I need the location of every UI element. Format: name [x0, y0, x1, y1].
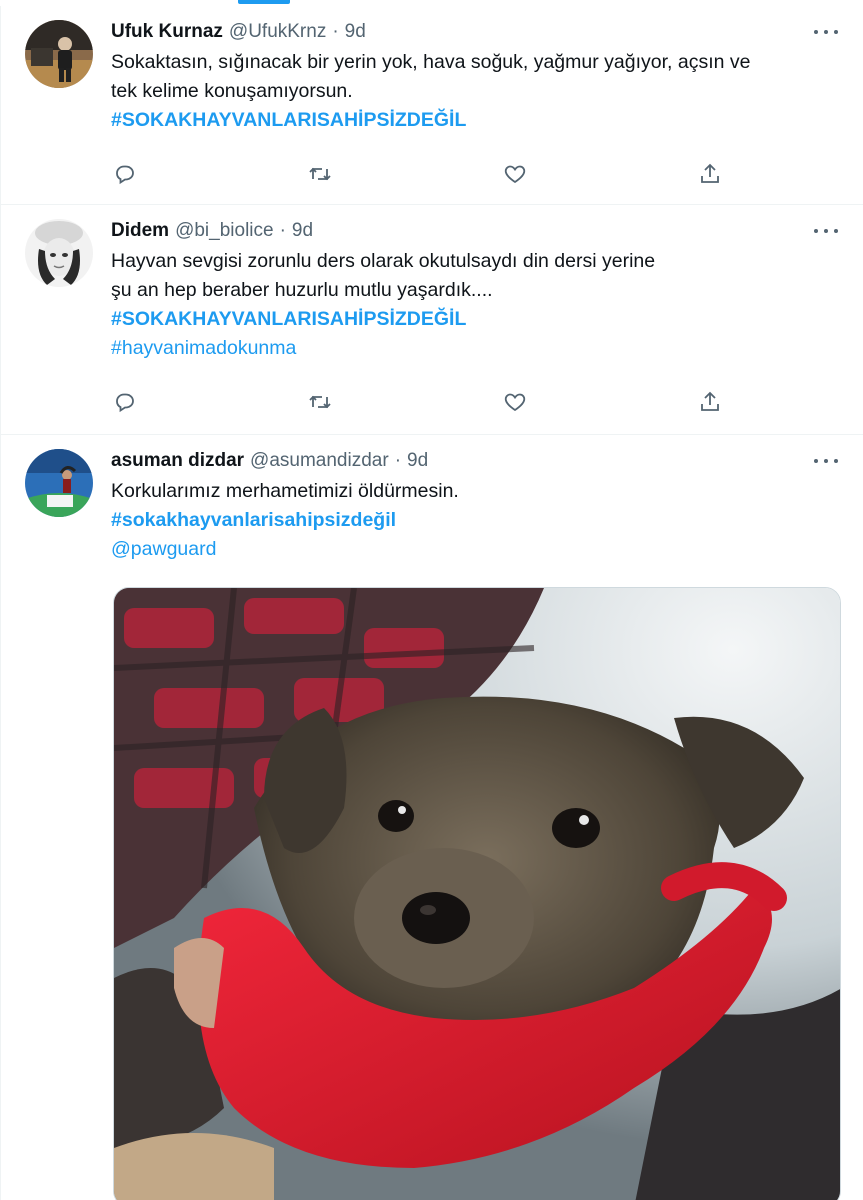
retweet-icon[interactable]	[306, 160, 334, 188]
author-name[interactable]: Ufuk Kurnaz	[111, 20, 223, 44]
tweet-header: Didem @bi_biolice · 9d	[111, 219, 847, 243]
tweet-text: Sokaktasın, sığınacak bir yerin yok, hav…	[111, 48, 811, 135]
hashtag-link[interactable]: #SOKAKHAYVANLARISAHİPSİZDEĞİL	[111, 305, 811, 334]
avatar[interactable]	[25, 20, 93, 88]
mention-link[interactable]: @pawguard	[111, 535, 811, 564]
reply-icon[interactable]	[111, 388, 139, 416]
puppy-photo[interactable]	[113, 587, 841, 1200]
more-options-icon[interactable]	[811, 221, 841, 241]
tweet-header: asuman dizdar @asumandizdar · 9d	[111, 449, 847, 473]
tweet-header: Ufuk Kurnaz @UfukKrnz · 9d	[111, 20, 847, 44]
hashtag-link[interactable]: #hayvanimadokunma	[111, 334, 811, 363]
like-icon[interactable]	[501, 388, 529, 416]
tweet[interactable]: asuman dizdar @asumandizdar · 9d Korkula…	[1, 435, 863, 1200]
author-handle[interactable]: @bi_biolice	[175, 219, 274, 243]
hashtag-link[interactable]: #sokakhayvanlarisahipsizdeğil	[111, 506, 811, 535]
tweet[interactable]: Didem @bi_biolice · 9d Hayvan sevgisi zo…	[1, 205, 863, 435]
tweet-text: Korkularımız merhametimizi öldürmesin. #…	[111, 477, 811, 564]
timestamp[interactable]: 9d	[292, 219, 313, 243]
tweet-text-line: şu an hep beraber huzurlu mutlu yaşardık…	[111, 279, 493, 301]
timestamp[interactable]: 9d	[407, 449, 428, 473]
more-options-icon[interactable]	[811, 451, 841, 471]
tweet-text-line: Korkularımız merhametimizi öldürmesin.	[111, 480, 459, 502]
tweet-text: Hayvan sevgisi zorunlu ders olarak okutu…	[111, 247, 811, 363]
separator: ·	[332, 21, 339, 42]
tweet-actions	[111, 160, 731, 188]
active-tab-indicator	[238, 0, 290, 4]
retweet-icon[interactable]	[306, 388, 334, 416]
reply-icon[interactable]	[111, 160, 139, 188]
separator: ·	[279, 220, 286, 241]
avatar[interactable]	[25, 449, 93, 517]
tweet-text-line: tek kelime konuşamıyorsun.	[111, 80, 353, 102]
author-name[interactable]: asuman dizdar	[111, 449, 244, 473]
like-icon[interactable]	[501, 160, 529, 188]
share-icon[interactable]	[696, 388, 724, 416]
hashtag-link[interactable]: #SOKAKHAYVANLARISAHİPSİZDEĞİL	[111, 106, 811, 135]
author-handle[interactable]: @UfukKrnz	[229, 20, 326, 44]
tweet-text-line: Sokaktasın, sığınacak bir yerin yok, hav…	[111, 51, 751, 73]
separator: ·	[394, 450, 402, 471]
timeline-feed: Ufuk Kurnaz @UfukKrnz · 9d Sokaktasın, s…	[0, 6, 863, 1200]
tweet-text-line: Hayvan sevgisi zorunlu ders olarak okutu…	[111, 250, 656, 272]
more-options-icon[interactable]	[811, 22, 841, 42]
tweet[interactable]: Ufuk Kurnaz @UfukKrnz · 9d Sokaktasın, s…	[1, 6, 863, 205]
tweet-actions	[111, 388, 731, 416]
avatar[interactable]	[25, 219, 93, 287]
timestamp[interactable]: 9d	[345, 20, 366, 44]
author-name[interactable]: Didem	[111, 219, 169, 243]
author-handle[interactable]: @asumandizdar	[250, 449, 389, 473]
share-icon[interactable]	[696, 160, 724, 188]
